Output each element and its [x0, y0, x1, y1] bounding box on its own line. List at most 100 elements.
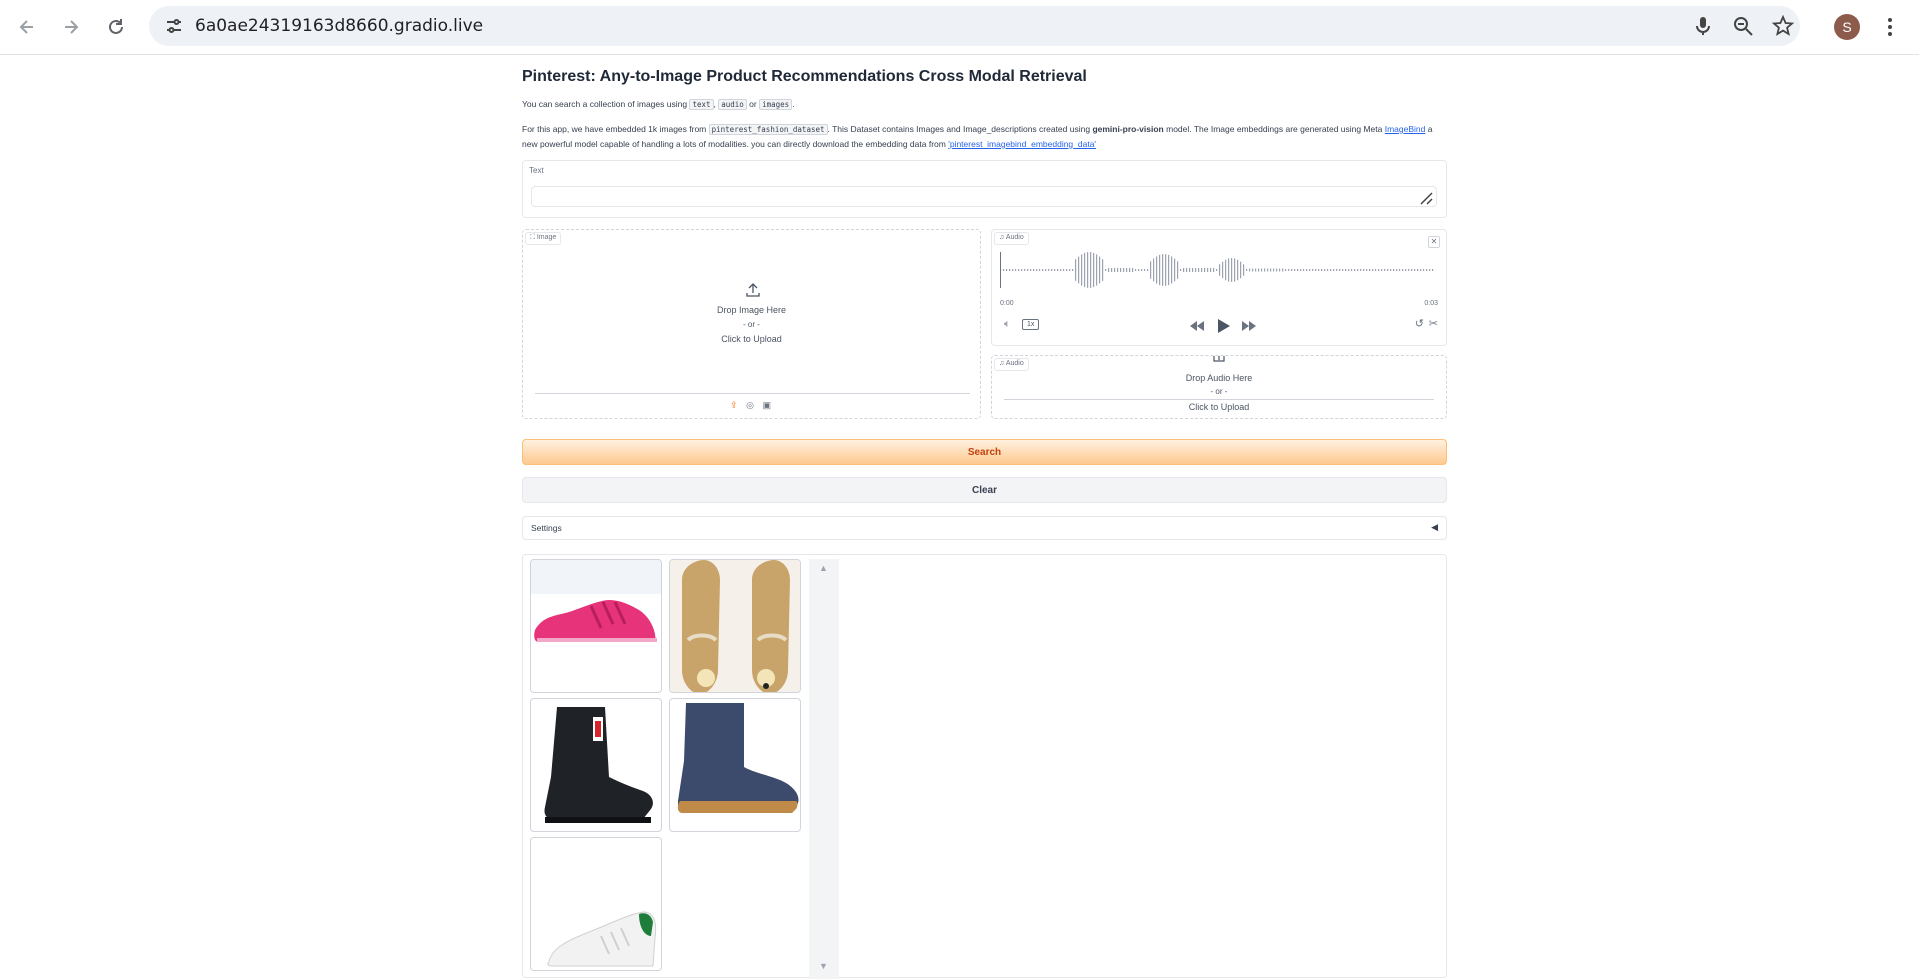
- url-text[interactable]: 6a0ae24319163d8660.gradio.live: [195, 16, 483, 36]
- waveform-bar: [1372, 269, 1374, 271]
- trim-icon[interactable]: ✂: [1429, 317, 1438, 330]
- settings-accordion[interactable]: Settings ◀: [522, 516, 1447, 540]
- reload-icon[interactable]: [103, 14, 129, 40]
- reset-icon[interactable]: ↺: [1415, 317, 1424, 330]
- audio-upload-tag-icon: ♫: [999, 360, 1006, 367]
- bookmark-star-icon[interactable]: [1772, 15, 1794, 37]
- audio-upload-tag: ♫ Audio: [994, 358, 1029, 371]
- webcam-source-icon[interactable]: ◎: [746, 400, 754, 410]
- waveform-bar: [1255, 268, 1257, 272]
- waveform-bar: [1087, 252, 1089, 288]
- rewind-icon[interactable]: [1190, 321, 1204, 331]
- waveform-bar: [1348, 269, 1350, 271]
- upload-source-icon[interactable]: ⇪: [730, 400, 738, 410]
- waveform-bar: [1075, 259, 1077, 281]
- address-bar[interactable]: 6a0ae24319163d8660.gradio.live: [149, 6, 1800, 46]
- waveform-bar: [1333, 269, 1335, 271]
- text-label: Text: [529, 166, 544, 175]
- waveform-bar: [1150, 261, 1152, 279]
- waveform[interactable]: [1000, 250, 1440, 290]
- gallery-item-navy-suede-boot[interactable]: [669, 698, 801, 832]
- code-audio: audio: [718, 99, 747, 110]
- site-settings-icon[interactable]: [163, 15, 185, 37]
- forward-arrow-icon[interactable]: [58, 14, 84, 40]
- gallery-item-pink-sneaker[interactable]: [530, 559, 662, 693]
- click-upload-audio-text[interactable]: Click to Upload: [992, 402, 1446, 412]
- click-upload-image-text[interactable]: Click to Upload: [523, 334, 980, 344]
- waveform-bar: [1060, 269, 1062, 271]
- waveform-bar: [1054, 269, 1056, 271]
- waveform-bar: [1090, 252, 1092, 288]
- waveform-bar: [1411, 269, 1413, 271]
- waveform-bar: [1288, 269, 1290, 271]
- waveform-bar: [1342, 269, 1344, 271]
- play-icon[interactable]: [1218, 319, 1230, 333]
- waveform-bar: [1420, 269, 1422, 271]
- fast-forward-icon[interactable]: [1242, 321, 1256, 331]
- kebab-menu-icon[interactable]: [1884, 14, 1896, 40]
- waveform-bar: [1192, 268, 1194, 272]
- waveform-bar: [1168, 254, 1170, 286]
- waveform-bar: [1402, 269, 1404, 271]
- volume-icon[interactable]: 🔈︎: [1004, 318, 1011, 331]
- waveform-bar: [1294, 269, 1296, 271]
- playhead[interactable]: [1000, 252, 1001, 288]
- intro-text: You can search a collection of images us…: [522, 97, 1447, 112]
- waveform-bar: [1009, 269, 1011, 271]
- embedding-data-link[interactable]: 'pinterest_imagebind_embedding_data': [948, 139, 1096, 149]
- audio-upload-block[interactable]: ♫ Audio Drop Audio Here - or - Click to …: [991, 355, 1447, 419]
- waveform-bar: [1366, 269, 1368, 271]
- waveform-bar: [1384, 269, 1386, 271]
- waveform-bar: [1276, 268, 1278, 272]
- playback-speed-button[interactable]: 1x: [1022, 319, 1040, 330]
- waveform-bar: [1246, 269, 1248, 271]
- waveform-bar: [1195, 268, 1197, 272]
- waveform-bar: [1021, 269, 1023, 271]
- waveform-bar: [1360, 269, 1362, 271]
- waveform-bar: [1315, 269, 1317, 271]
- back-arrow-icon[interactable]: [14, 14, 40, 40]
- waveform-bar: [1285, 269, 1287, 271]
- code-text: text: [689, 99, 714, 110]
- zoom-icon[interactable]: [1732, 15, 1754, 37]
- gallery-scrollbar[interactable]: ▲ ▼: [809, 559, 839, 979]
- waveform-bar: [1339, 269, 1341, 271]
- waveform-bar: [1309, 269, 1311, 271]
- waveform-bar: [1390, 269, 1392, 271]
- resize-handle-icon[interactable]: [1419, 191, 1433, 205]
- code-images: images: [759, 99, 793, 110]
- black-rain-boot-image: [544, 707, 653, 823]
- scroll-down-icon[interactable]: ▼: [819, 961, 828, 971]
- waveform-bar: [1183, 268, 1185, 272]
- waveform-bar: [1042, 269, 1044, 271]
- search-button[interactable]: Search: [522, 439, 1447, 465]
- waveform-bar: [1189, 268, 1191, 272]
- avatar[interactable]: S: [1834, 14, 1860, 40]
- microphone-icon[interactable]: [1692, 15, 1714, 37]
- waveform-bar: [1081, 254, 1083, 286]
- image-tag: ⛶ Image: [525, 232, 562, 245]
- scroll-up-icon[interactable]: ▲: [819, 563, 828, 573]
- waveform-bar: [1213, 268, 1215, 272]
- imagebind-link[interactable]: ImageBind: [1385, 124, 1426, 134]
- waveform-bar: [1330, 269, 1332, 271]
- image-upload-block[interactable]: ⛶ Image Drop Image Here - or - Click to …: [522, 229, 981, 419]
- gallery-item-black-rain-boot[interactable]: [530, 698, 662, 832]
- waveform-bar: [1006, 269, 1008, 271]
- gallery-item-white-sneaker[interactable]: [530, 837, 662, 971]
- waveform-bar: [1327, 269, 1329, 271]
- gallery-item-gold-sandals[interactable]: [669, 559, 801, 693]
- clipboard-source-icon[interactable]: ▣: [762, 400, 771, 410]
- waveform-bar: [1429, 269, 1431, 271]
- waveform-bar: [1051, 269, 1053, 271]
- waveform-bar: [1165, 254, 1167, 286]
- pink-sneaker-image: [534, 600, 657, 642]
- waveform-bar: [1147, 269, 1149, 271]
- image-tag-icon: ⛶: [530, 234, 537, 241]
- clear-button[interactable]: Clear: [522, 477, 1447, 503]
- close-icon[interactable]: ✕: [1428, 236, 1440, 248]
- waveform-bar: [1030, 269, 1032, 271]
- collapse-arrow-icon[interactable]: ◀: [1431, 522, 1438, 533]
- text-input[interactable]: [531, 186, 1437, 207]
- waveform-bar: [1132, 268, 1134, 272]
